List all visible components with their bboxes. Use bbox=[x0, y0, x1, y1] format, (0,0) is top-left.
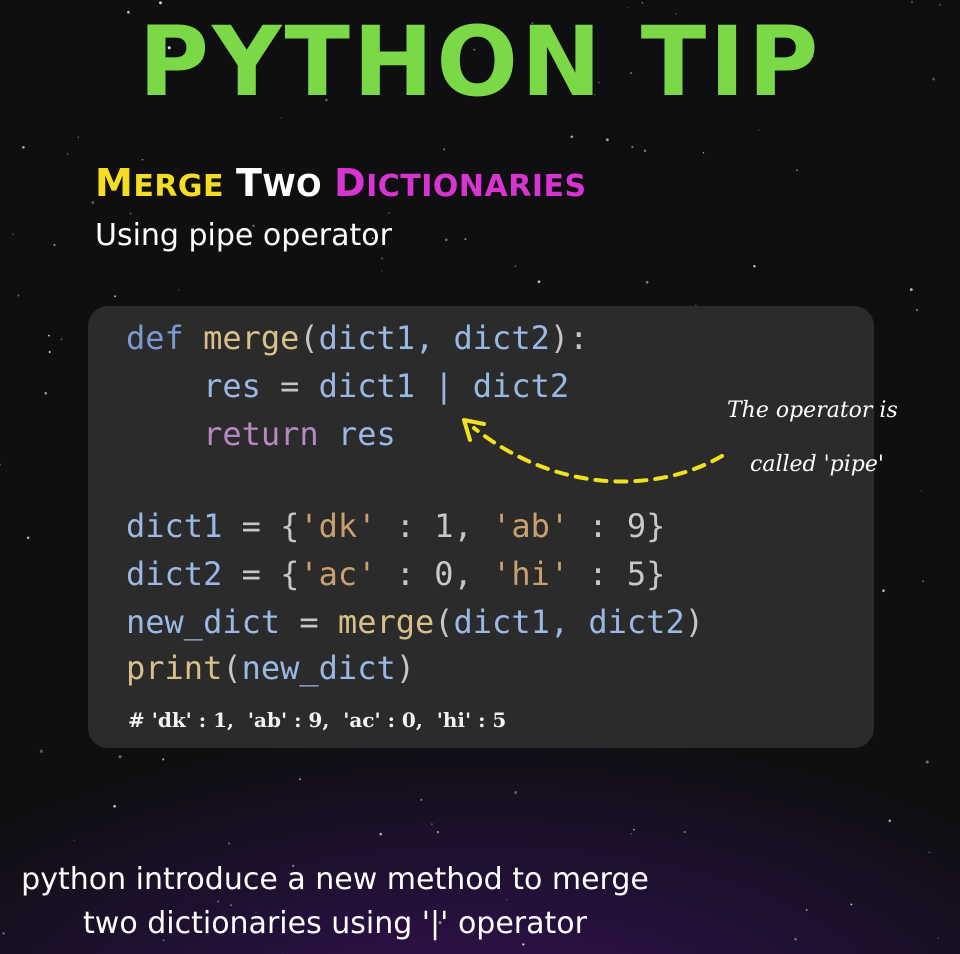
star bbox=[631, 145, 634, 149]
star bbox=[911, 0, 913, 3]
code-line-return: return res bbox=[203, 415, 396, 453]
star bbox=[444, 238, 448, 242]
star bbox=[228, 842, 231, 845]
footer-line-2: two dictionaries using '|' operator bbox=[83, 906, 587, 941]
star bbox=[794, 937, 797, 941]
code-line-dict1: dict1 = {'dk' : 1, 'ab' : 9} bbox=[126, 507, 666, 545]
code-line-dict2: dict2 = {'ac' : 0, 'hi' : 5} bbox=[126, 555, 666, 593]
subtitle-word-two: TWO bbox=[236, 161, 323, 205]
star bbox=[641, 2, 644, 4]
code-line-new-dict: new_dict = merge(dict1, dict2) bbox=[126, 603, 704, 641]
code-output-comment: # 'dk' : 1, 'ab' : 9, 'ac' : 0, 'hi' : 5 bbox=[128, 708, 507, 732]
star bbox=[60, 338, 63, 341]
star bbox=[916, 309, 918, 311]
star bbox=[753, 264, 756, 268]
star bbox=[758, 129, 760, 132]
star bbox=[381, 270, 383, 272]
star bbox=[805, 909, 808, 911]
star bbox=[633, 828, 635, 831]
star bbox=[0, 463, 2, 466]
star bbox=[514, 791, 518, 794]
star bbox=[939, 4, 941, 6]
star bbox=[77, 136, 80, 138]
subtitle-word-dictionaries: DICTIONARIES bbox=[334, 161, 587, 205]
star bbox=[909, 288, 913, 292]
star bbox=[67, 153, 69, 155]
star bbox=[48, 334, 50, 337]
star bbox=[645, 280, 649, 284]
page-title: PYTHON TIP bbox=[138, 6, 822, 118]
star bbox=[44, 392, 47, 395]
star bbox=[91, 201, 95, 204]
dashed-arrow-icon bbox=[462, 418, 724, 484]
code-line-print: print(new_dict) bbox=[126, 649, 415, 687]
star bbox=[379, 832, 383, 836]
star bbox=[630, 833, 632, 835]
code-line-def: def merge(dict1, dict2): bbox=[126, 319, 589, 357]
star bbox=[22, 146, 25, 149]
star bbox=[26, 536, 30, 540]
star bbox=[162, 758, 165, 761]
subtitle: MERGE TWO DICTIONARIES bbox=[95, 161, 587, 205]
star bbox=[683, 831, 686, 833]
star bbox=[443, 148, 446, 151]
code-line-res: res = dict1 | dict2 bbox=[203, 367, 570, 405]
star bbox=[114, 295, 117, 298]
star bbox=[882, 589, 885, 593]
star bbox=[48, 350, 51, 354]
star bbox=[436, 831, 440, 834]
star bbox=[129, 212, 132, 215]
star bbox=[113, 804, 116, 808]
tagline: Using pipe operator bbox=[95, 218, 392, 253]
star bbox=[514, 265, 517, 268]
star bbox=[464, 238, 467, 241]
star bbox=[605, 138, 609, 142]
star bbox=[420, 798, 423, 801]
star bbox=[702, 152, 705, 154]
star bbox=[17, 294, 20, 297]
star bbox=[506, 899, 508, 901]
star bbox=[937, 937, 939, 940]
star bbox=[282, 952, 284, 954]
star bbox=[643, 149, 647, 152]
star bbox=[920, 490, 922, 492]
star bbox=[178, 289, 180, 291]
star bbox=[796, 169, 798, 172]
star bbox=[217, 900, 220, 903]
subtitle-word-merge: MERGE bbox=[95, 161, 225, 205]
star bbox=[888, 819, 892, 823]
star bbox=[570, 135, 574, 139]
star bbox=[925, 760, 929, 764]
star bbox=[537, 280, 541, 284]
star bbox=[39, 749, 43, 753]
star bbox=[298, 778, 301, 781]
star bbox=[159, 1, 162, 5]
star bbox=[922, 580, 925, 583]
annotation-line-2: called 'pipe' bbox=[750, 452, 884, 477]
star bbox=[53, 243, 56, 247]
star bbox=[73, 839, 75, 842]
footer-line-1: python introduce a new method to merge bbox=[21, 862, 649, 897]
star bbox=[380, 257, 384, 260]
star bbox=[387, 212, 390, 214]
star bbox=[522, 943, 525, 946]
star bbox=[118, 755, 122, 759]
annotation-line-1: The operator is bbox=[727, 398, 898, 423]
star bbox=[928, 851, 931, 854]
star bbox=[850, 903, 853, 906]
star bbox=[430, 823, 433, 826]
star bbox=[12, 233, 14, 235]
